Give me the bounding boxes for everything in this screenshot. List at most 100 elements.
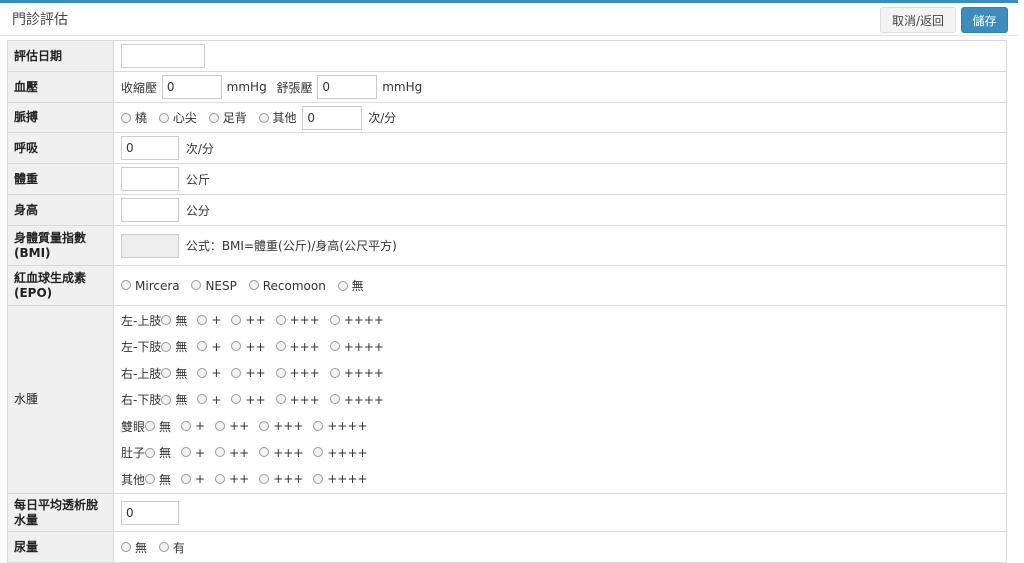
edema-level-option[interactable]: +++: [275, 366, 320, 380]
urine-option-none[interactable]: 無: [121, 539, 147, 556]
row-height: 身高 公分: [7, 194, 1007, 226]
edema-level-option[interactable]: ++: [215, 446, 249, 460]
radio-icon: [275, 394, 286, 404]
edema-level-option[interactable]: +++: [259, 472, 303, 486]
edema-row: 右-下肢無 + ++ +++ ++++: [121, 386, 1006, 413]
row-bmi: 身體質量指數 (BMI) 公式：BMI=體重(公斤)/身高(公尺平方): [7, 225, 1007, 266]
save-button[interactable]: 儲存: [961, 7, 1008, 33]
radio-icon: [259, 447, 270, 457]
radio-icon: [313, 447, 324, 457]
radio-icon: [161, 315, 172, 325]
edema-level-option[interactable]: +: [197, 313, 221, 327]
assessment-date-input[interactable]: [121, 44, 205, 68]
label-dialysis-fluid: 每日平均透析脫 水量: [7, 493, 114, 532]
row-urine: 尿量 無 有: [7, 531, 1007, 563]
diastolic-label: 舒張壓: [276, 80, 313, 95]
radio-icon: [275, 367, 286, 378]
pulse-unit: 次/分: [368, 111, 397, 125]
edema-part-label: 右-上肢: [121, 366, 162, 381]
edema-level-option[interactable]: +: [197, 340, 221, 354]
radio-icon: [161, 394, 172, 405]
bmi-formula: 公式：BMI=體重(公斤)/身高(公尺平方): [185, 239, 397, 253]
epo-option-none[interactable]: 無: [337, 277, 364, 294]
diastolic-input[interactable]: [317, 75, 378, 99]
pulse-option-dorsalis[interactable]: 足背: [208, 109, 247, 126]
edema-level-option[interactable]: ++: [231, 366, 266, 380]
pulse-option-other[interactable]: 其他: [258, 109, 297, 126]
edema-part-label: 雙眼: [121, 419, 146, 434]
edema-level-option[interactable]: +++: [275, 340, 320, 354]
label-urine: 尿量: [7, 531, 114, 563]
epo-option-mircera[interactable]: Mircera: [121, 279, 180, 293]
edema-level-option[interactable]: ++++: [329, 393, 384, 407]
edema-level-option[interactable]: +++: [259, 446, 303, 460]
epo-option-recomoon[interactable]: Recomoon: [248, 279, 326, 293]
radio-icon: [337, 280, 348, 291]
dialysis-fluid-input[interactable]: [121, 500, 179, 525]
assessment-form-table: 評估日期 血壓 收縮壓 mmHg 舒張壓 mmHg 脈搏 橈 心尖 足背: [7, 40, 1007, 563]
edema-level-option[interactable]: 無: [161, 391, 187, 408]
pulse-option-apical[interactable]: 心尖: [158, 109, 197, 126]
edema-level-option[interactable]: +: [181, 419, 205, 433]
cancel-back-button[interactable]: 取消/返回: [880, 7, 956, 33]
systolic-unit: mmHg: [226, 80, 267, 94]
edema-row: 左-上肢無 + ++ +++ ++++: [121, 307, 1006, 334]
pulse-option-radial[interactable]: 橈: [121, 109, 147, 126]
row-dialysis-fluid: 每日平均透析脫 水量: [7, 493, 1007, 532]
weight-unit: 公斤: [185, 172, 210, 187]
radio-icon: [181, 473, 192, 484]
radio-icon: [231, 314, 242, 325]
edema-level-option[interactable]: ++++: [329, 366, 384, 380]
edema-part-label: 左-下肢: [121, 340, 162, 354]
label-assessment-date: 評估日期: [7, 40, 114, 72]
edema-level-option[interactable]: +++: [275, 393, 320, 407]
edema-level-option[interactable]: ++: [231, 340, 266, 354]
edema-level-option[interactable]: +: [197, 393, 221, 407]
respiration-input[interactable]: [121, 136, 179, 160]
pulse-input[interactable]: [302, 105, 363, 130]
edema-level-option[interactable]: 無: [145, 444, 171, 461]
edema-level-option[interactable]: 無: [145, 418, 171, 435]
row-blood-pressure: 血壓 收縮壓 mmHg 舒張壓 mmHg: [7, 71, 1007, 103]
radio-icon: [275, 314, 286, 325]
edema-level-option[interactable]: ++: [215, 472, 249, 486]
systolic-input[interactable]: [161, 75, 222, 99]
edema-row: 右-上肢無 + ++ +++ ++++: [121, 360, 1006, 387]
radio-icon: [191, 280, 202, 290]
edema-level-option[interactable]: +: [197, 366, 221, 380]
weight-input[interactable]: [121, 167, 179, 191]
edema-level-option[interactable]: +++: [275, 313, 320, 327]
edema-part-label: 其他: [121, 472, 146, 487]
edema-level-option[interactable]: ++: [231, 313, 266, 327]
edema-level-option[interactable]: 無: [161, 365, 187, 382]
row-respiration: 呼吸 次/分: [7, 132, 1007, 164]
urine-option-yes[interactable]: 有: [158, 539, 185, 556]
edema-level-option[interactable]: ++++: [313, 472, 368, 486]
radio-icon: [121, 280, 131, 290]
edema-level-option[interactable]: +++: [259, 419, 303, 433]
radio-icon: [231, 394, 242, 404]
edema-level-option[interactable]: +: [181, 472, 205, 486]
radio-icon: [121, 112, 131, 123]
edema-level-option[interactable]: ++: [215, 419, 249, 433]
edema-level-option[interactable]: ++++: [329, 313, 384, 327]
epo-option-nesp[interactable]: NESP: [191, 279, 237, 293]
radio-icon: [208, 112, 219, 123]
radio-icon: [197, 367, 208, 378]
radio-icon: [231, 341, 242, 351]
label-pulse: 脈搏: [7, 102, 114, 133]
radio-icon: [329, 394, 340, 404]
edema-level-option[interactable]: ++++: [313, 419, 368, 433]
edema-level-option[interactable]: 無: [161, 312, 187, 329]
edema-level-option[interactable]: +: [181, 446, 205, 460]
edema-level-option[interactable]: 無: [145, 471, 171, 488]
edema-level-option[interactable]: ++++: [329, 340, 384, 354]
height-input[interactable]: [121, 198, 179, 222]
radio-icon: [329, 341, 340, 351]
edema-level-option[interactable]: ++++: [313, 446, 368, 460]
label-weight: 體重: [7, 163, 114, 195]
edema-level-option[interactable]: 無: [161, 338, 187, 355]
radio-icon: [121, 542, 131, 552]
edema-level-option[interactable]: ++: [231, 393, 266, 407]
assessment-panel: 門診評估 取消/返回 儲存 評估日期 血壓 收縮壓 mmHg 舒張壓 mmHg: [0, 0, 1018, 563]
